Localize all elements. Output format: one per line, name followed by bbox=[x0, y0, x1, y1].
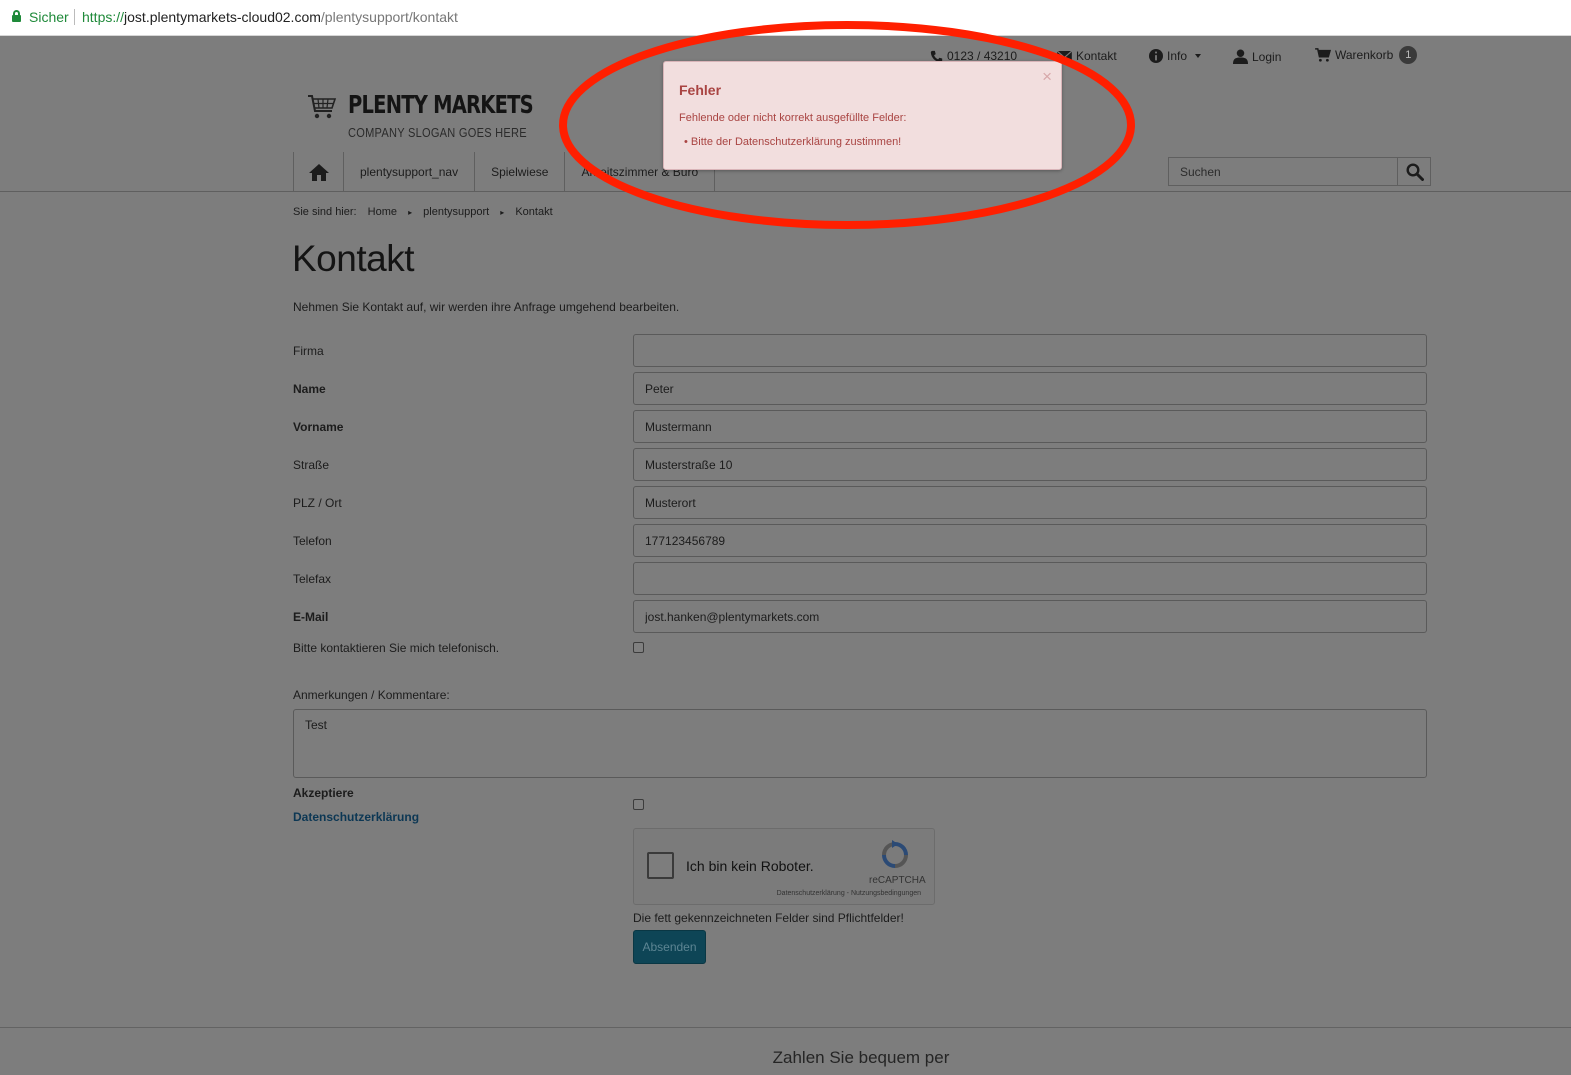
page-content: 0123 / 43210 Kontakt Info Login Warenkor… bbox=[0, 36, 1571, 1075]
required-fields-note: Die fett gekennzeichneten Felder sind Pf… bbox=[633, 911, 904, 925]
plz-ort-field[interactable] bbox=[633, 486, 1427, 519]
recaptcha-checkbox[interactable] bbox=[647, 852, 674, 879]
address-separator bbox=[74, 9, 75, 25]
nav-divider bbox=[0, 191, 1571, 192]
privacy-accept-checkbox[interactable] bbox=[633, 799, 644, 810]
url-host: jost.plentymarkets-cloud02.com bbox=[124, 9, 321, 25]
vorname-field[interactable] bbox=[633, 410, 1427, 443]
name-label: Name bbox=[293, 382, 326, 396]
telefax-label: Telefax bbox=[293, 572, 332, 586]
shopping-cart-logo-icon bbox=[308, 95, 337, 119]
telefon-label: Telefon bbox=[293, 534, 332, 548]
info-icon bbox=[1149, 49, 1163, 63]
footer-divider bbox=[0, 1027, 1571, 1028]
cart-count-badge: 1 bbox=[1399, 46, 1418, 64]
cart-icon bbox=[1315, 48, 1331, 62]
error-item-text: Bitte der Datenschutzerklärung zustimmen… bbox=[690, 136, 902, 148]
page-intro: Nehmen Sie Kontakt auf, wir werden ihre … bbox=[293, 300, 680, 314]
envelope-icon bbox=[1057, 50, 1072, 62]
cart-label: Warenkorb bbox=[1335, 48, 1394, 62]
email-label: E-Mail bbox=[293, 610, 329, 624]
recaptcha-brand: reCAPTCHA bbox=[869, 875, 926, 886]
vorname-label: Vorname bbox=[293, 420, 344, 434]
nav-home[interactable] bbox=[294, 152, 344, 192]
shop-name: PLENTY MARKETS bbox=[348, 90, 534, 119]
url-scheme: https:// bbox=[82, 9, 125, 25]
page-title: Kontakt bbox=[292, 238, 414, 279]
home-icon bbox=[308, 163, 329, 181]
submit-button[interactable]: Absenden bbox=[633, 930, 706, 964]
callback-checkbox[interactable] bbox=[633, 642, 644, 653]
breadcrumb-arrow-icon: ▸ bbox=[408, 208, 413, 217]
url-text[interactable]: https://jost.plentymarkets-cloud02.com/p… bbox=[82, 9, 458, 25]
breadcrumb-home[interactable]: Home bbox=[368, 206, 397, 218]
recaptcha-logo-icon bbox=[882, 840, 908, 868]
search-button[interactable] bbox=[1397, 158, 1430, 185]
telefax-field[interactable] bbox=[633, 562, 1427, 595]
error-message: Fehlende oder nicht korrekt ausgefüllte … bbox=[679, 112, 907, 124]
accept-label: Akzeptiere bbox=[293, 786, 354, 800]
telefon-field[interactable] bbox=[633, 524, 1427, 557]
main-navigation: plentysupport_nav Spielwiese Arbeitszimm… bbox=[293, 152, 716, 192]
breadcrumb-kontakt: Kontakt bbox=[515, 206, 553, 218]
info-dropdown[interactable]: Info bbox=[1149, 49, 1205, 63]
payment-heading: Zahlen Sie bequem per bbox=[772, 1048, 950, 1067]
breadcrumb: Sie sind hier: Home ▸ plentysupport ▸ Ko… bbox=[293, 206, 561, 218]
close-icon[interactable]: × bbox=[1042, 68, 1052, 85]
nav-item-spielwiese[interactable]: Spielwiese bbox=[475, 152, 566, 192]
comments-textarea[interactable]: Test bbox=[293, 709, 1427, 778]
name-field[interactable] bbox=[633, 372, 1427, 405]
contact-link[interactable]: Kontakt bbox=[1057, 49, 1117, 63]
callback-label: Bitte kontaktieren Sie mich telefonisch. bbox=[293, 641, 500, 655]
breadcrumb-prefix: Sie sind hier: bbox=[293, 206, 357, 218]
lock-icon bbox=[12, 10, 21, 22]
info-label: Info bbox=[1167, 49, 1188, 63]
caret-down-icon bbox=[1195, 54, 1202, 58]
breadcrumb-plentysupport[interactable]: plentysupport bbox=[423, 206, 489, 218]
firma-field[interactable] bbox=[633, 334, 1427, 367]
firma-label: Firma bbox=[293, 344, 324, 358]
shop-slogan: COMPANY SLOGAN GOES HERE bbox=[348, 125, 527, 140]
recaptcha-widget: Ich bin kein Roboter. reCAPTCHA Datensch… bbox=[633, 828, 935, 905]
error-dialog: Fehler × Fehlende oder nicht korrekt aus… bbox=[663, 61, 1062, 170]
error-title: Fehler bbox=[679, 82, 722, 98]
cart-link[interactable]: Warenkorb 1 bbox=[1315, 46, 1418, 64]
privacy-policy-link[interactable]: Datenschutzerklärung bbox=[293, 810, 419, 824]
login-link[interactable]: Login bbox=[1233, 49, 1281, 64]
breadcrumb-arrow-icon: ▸ bbox=[500, 208, 505, 217]
email-field[interactable] bbox=[633, 600, 1427, 633]
browser-address-bar[interactable]: Sicher https://jost.plentymarkets-cloud0… bbox=[0, 0, 1571, 36]
comments-label: Anmerkungen / Kommentare: bbox=[293, 688, 450, 702]
error-item: • Bitte der Datenschutzerklärung zustimm… bbox=[684, 136, 902, 148]
plz-ort-label: PLZ / Ort bbox=[293, 496, 342, 510]
recaptcha-terms-links[interactable]: Datenschutzerklärung - Nutzungsbedingung… bbox=[777, 890, 921, 897]
strasse-field[interactable] bbox=[633, 448, 1427, 481]
search-icon bbox=[1406, 163, 1424, 181]
login-label: Login bbox=[1252, 49, 1282, 64]
search-input[interactable] bbox=[1169, 158, 1398, 185]
user-icon bbox=[1233, 49, 1248, 64]
url-path: /plentysupport/kontakt bbox=[320, 9, 458, 25]
contact-label: Kontakt bbox=[1076, 49, 1117, 63]
recaptcha-label: Ich bin kein Roboter. bbox=[686, 858, 814, 874]
search-box bbox=[1168, 157, 1431, 186]
strasse-label: Straße bbox=[293, 458, 330, 472]
secure-label: Sicher bbox=[29, 9, 69, 25]
nav-item-plentysupport[interactable]: plentysupport_nav bbox=[344, 152, 476, 192]
